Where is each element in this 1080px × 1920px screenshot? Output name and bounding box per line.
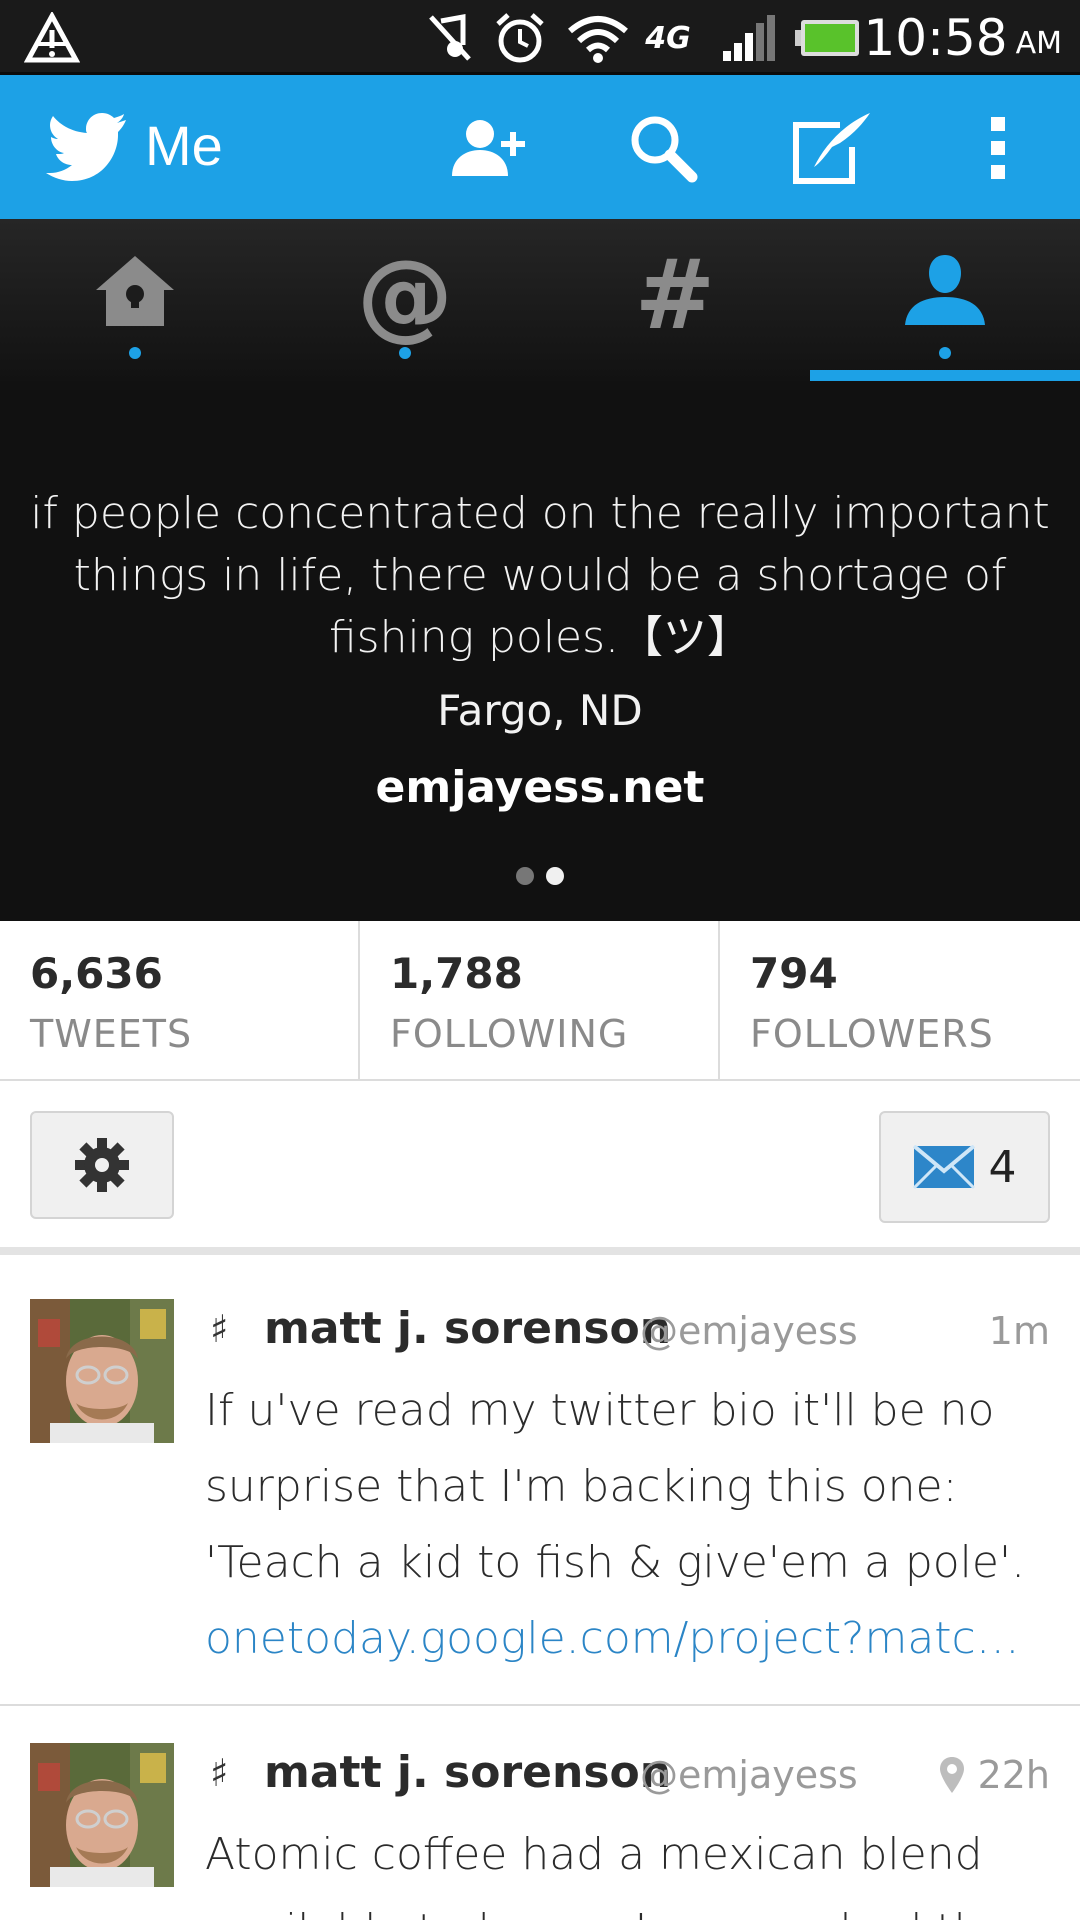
messages-count: 4	[988, 1141, 1017, 1193]
tweet-item[interactable]: ♯ matt j. sorenson @emjayess 1m If u've …	[0, 1263, 1080, 1706]
tweet-item[interactable]: ♯ matt j. sorenson @emjayess 22h Atomic …	[0, 1707, 1080, 1920]
home-icon	[96, 256, 174, 326]
compose-button[interactable]	[784, 105, 880, 191]
battery-icon	[792, 8, 862, 68]
stat-following[interactable]: 1,788 FOLLOWING	[358, 921, 718, 1079]
avatar[interactable]	[30, 1299, 174, 1443]
twitter-bird-icon[interactable]	[46, 111, 128, 186]
profile-bio: if people concentrated on the really imp…	[30, 488, 1050, 663]
stat-tweets-label: TWEETS	[30, 1012, 193, 1056]
tab-selected-indicator	[810, 370, 1080, 381]
tab-mentions-dot	[399, 347, 411, 359]
tweet-body: If u've read my twitter bio it'll be no …	[205, 1373, 1055, 1677]
search-button[interactable]	[615, 105, 711, 191]
profile-url[interactable]: emjayess.net	[0, 762, 1080, 813]
location-pin-icon	[939, 1757, 964, 1793]
stat-followers[interactable]: 794 FOLLOWERS	[718, 921, 1078, 1079]
stat-following-value: 1,788	[390, 949, 523, 998]
tweet-time: 1m	[989, 1309, 1050, 1353]
tab-mentions[interactable]: @	[270, 219, 540, 381]
tweet-body: Atomic coffee had a mexican blend availa…	[205, 1817, 1055, 1920]
muted-music-icon	[425, 8, 475, 68]
tweet-time-text: 22h	[977, 1753, 1050, 1797]
search-icon	[631, 116, 698, 183]
tab-discover[interactable]: #	[540, 219, 810, 381]
tab-bar: @ #	[0, 219, 1080, 381]
stat-tweets-value: 6,636	[30, 949, 163, 998]
signal-icon	[720, 8, 780, 68]
page-indicator-dot-2	[546, 867, 564, 885]
action-bar: Me	[0, 75, 1080, 219]
tweet-text: If u've read my twitter bio it'll be no …	[205, 1385, 1026, 1588]
alarm-icon	[490, 8, 550, 68]
avatar[interactable]	[30, 1743, 174, 1887]
page-title: Me	[145, 114, 223, 177]
status-bar: 4G 10:58 AM	[0, 0, 1080, 75]
clock-time: 10:58	[863, 9, 1008, 67]
stat-followers-value: 794	[750, 949, 838, 998]
network-type: 4G	[645, 20, 691, 56]
settings-button[interactable]	[30, 1111, 174, 1219]
wifi-icon	[565, 8, 631, 68]
stat-following-label: FOLLOWING	[390, 1012, 629, 1056]
at-icon: @	[357, 239, 453, 351]
compose-icon	[793, 113, 870, 184]
tweet-link[interactable]: onetoday.google.com/project?match=...	[205, 1601, 1045, 1677]
tweet-author-name: matt j. sorenson	[264, 1303, 672, 1354]
add-user-icon	[452, 120, 525, 176]
tab-me[interactable]	[810, 219, 1080, 381]
tab-home-dot	[129, 347, 141, 359]
overflow-menu-icon	[991, 117, 1005, 179]
tweet-text: Atomic coffee had a mexican blend availa…	[205, 1829, 1009, 1920]
retweet-icon: ♯	[210, 1751, 229, 1795]
tweet-author-handle: @emjayess	[640, 1753, 858, 1797]
envelope-icon	[912, 1145, 975, 1189]
page-indicator-dot-1	[516, 867, 534, 885]
clock-ampm: AM	[1015, 25, 1062, 61]
stat-tweets[interactable]: 6,636 TWEETS	[0, 921, 360, 1079]
tab-me-dot	[939, 347, 951, 359]
clock: 10:58 AM	[864, 6, 1063, 70]
tweet-time-text: 1m	[988, 1309, 1050, 1353]
profile-controls: 4	[0, 1081, 1080, 1255]
stats-row: 6,636 TWEETS 1,788 FOLLOWING 794 FOLLOWE…	[0, 921, 1080, 1081]
hashtag-icon: #	[634, 239, 716, 351]
page-indicator	[516, 867, 564, 885]
tweet-time: 22h	[938, 1753, 1050, 1797]
tweet-author-handle: @emjayess	[640, 1309, 858, 1353]
stat-followers-label: FOLLOWERS	[750, 1012, 994, 1056]
overflow-menu-button[interactable]	[950, 105, 1046, 191]
profile-location: Fargo, ND	[437, 686, 643, 735]
tweet-author-name: matt j. sorenson	[264, 1747, 672, 1798]
warning-triangle-icon	[22, 8, 82, 68]
gear-icon	[75, 1138, 129, 1192]
add-user-button[interactable]	[442, 105, 538, 191]
direct-messages-button[interactable]: 4	[879, 1111, 1050, 1223]
profile-icon	[905, 255, 985, 325]
retweet-icon: ♯	[210, 1307, 229, 1351]
profile-header[interactable]: if people concentrated on the really imp…	[0, 381, 1080, 921]
tab-home[interactable]	[0, 219, 270, 381]
